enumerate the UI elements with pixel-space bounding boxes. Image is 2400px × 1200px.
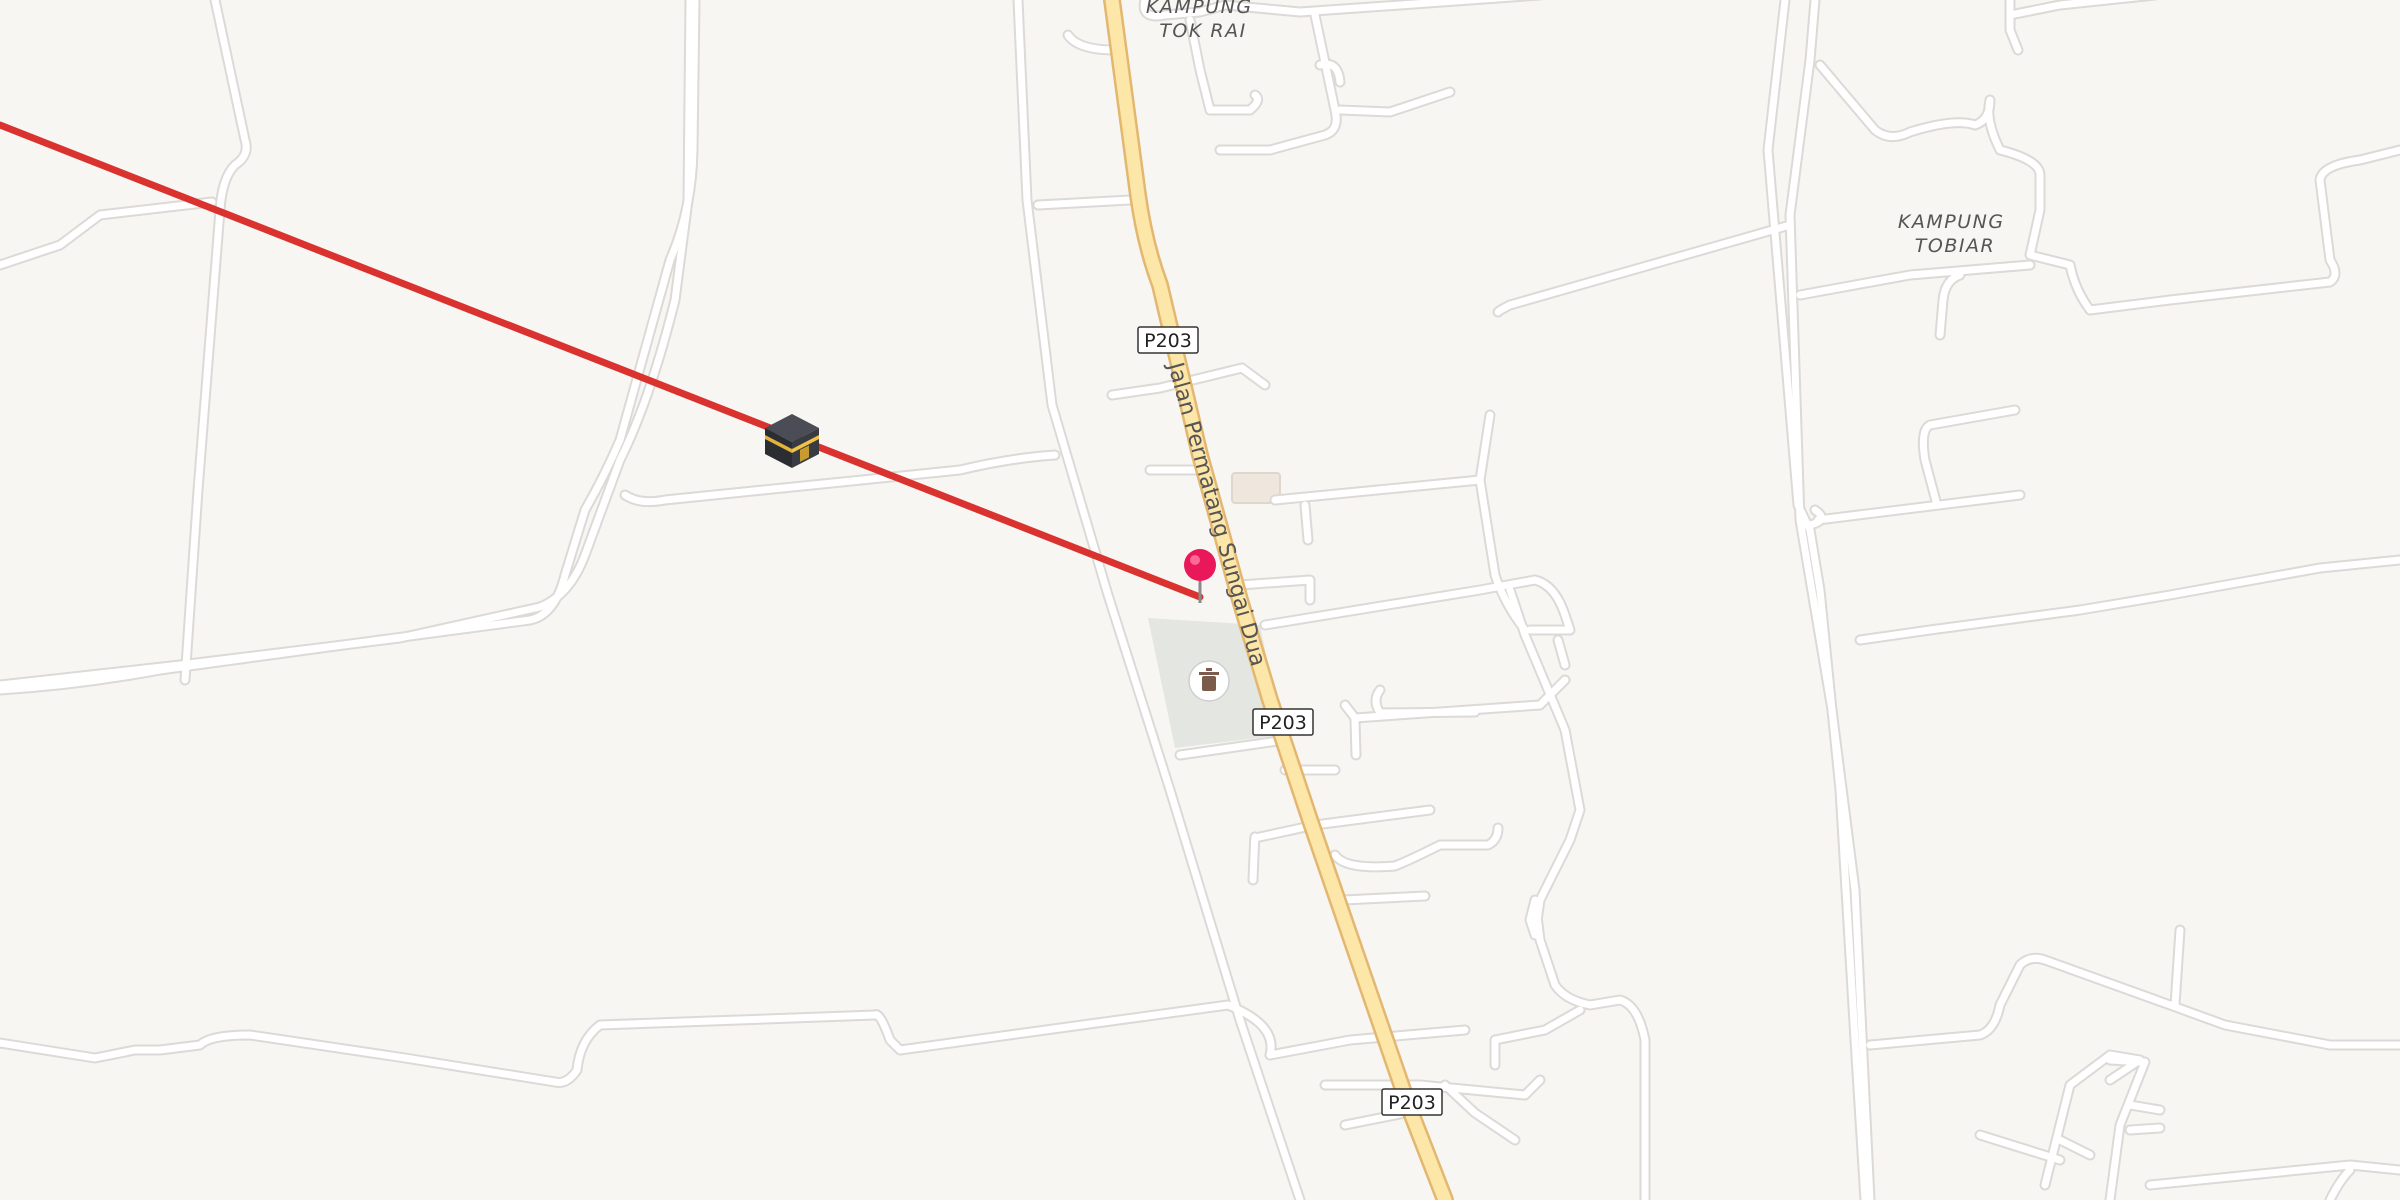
- minor-road-casing: [1864, 952, 2400, 1051]
- minor-road[interactable]: [181, 0, 250, 684]
- minor-road[interactable]: [2171, 926, 2184, 1009]
- minor-road[interactable]: [2126, 1124, 2164, 1134]
- trash-bin-icon[interactable]: [1188, 660, 1230, 702]
- minor-road[interactable]: [1249, 833, 1259, 884]
- map-canvas[interactable]: KAMPUNG TOK RAI KAMPUNG TOBIAR Jalan Per…: [0, 0, 2400, 1200]
- svg-text:P203: P203: [1259, 712, 1307, 734]
- minor-road[interactable]: [0, 0, 699, 694]
- place-label-kampung-tobiar: KAMPUNG TOBIAR: [1898, 211, 2012, 257]
- kaaba-icon[interactable]: [765, 414, 819, 468]
- route-shield: P203: [1381, 1088, 1443, 1116]
- minor-road[interactable]: [0, 1001, 1275, 1086]
- minor-road[interactable]: [1814, 491, 2024, 524]
- place-label-kampung-tok-rai: KAMPUNG TOK RAI: [1146, 0, 1260, 42]
- route-shield: P203: [1252, 708, 1314, 736]
- map-view[interactable]: KAMPUNG TOK RAI KAMPUNG TOBIAR Jalan Per…: [0, 0, 2400, 1200]
- minor-road[interactable]: [1034, 196, 1134, 209]
- minor-road[interactable]: [1866, 954, 2400, 1049]
- minor-road[interactable]: [1786, 0, 1874, 1200]
- minor-road[interactable]: [0, 0, 694, 689]
- minor-road[interactable]: [1372, 686, 1479, 717]
- svg-text:P203: P203: [1144, 330, 1192, 352]
- minor-road[interactable]: [1251, 806, 1434, 842]
- minor-road[interactable]: [2126, 1101, 2164, 1114]
- minor-road-casing: [1524, 894, 1651, 1200]
- minor-road[interactable]: [1351, 716, 1360, 759]
- minor-road[interactable]: [0, 198, 216, 269]
- minor-road[interactable]: [1491, 1006, 1584, 1069]
- minor-road-casing: [0, 0, 696, 691]
- minor-road-casing: [0, 0, 701, 696]
- minor-road[interactable]: [1976, 1131, 2064, 1164]
- route-shield: P203: [1137, 326, 1199, 354]
- svg-text:P203: P203: [1388, 1092, 1436, 1114]
- minor-road[interactable]: [1506, 586, 1584, 939]
- minor-road[interactable]: [1339, 892, 1429, 904]
- minor-road[interactable]: [1494, 221, 1794, 316]
- minor-road[interactable]: [1301, 501, 1312, 544]
